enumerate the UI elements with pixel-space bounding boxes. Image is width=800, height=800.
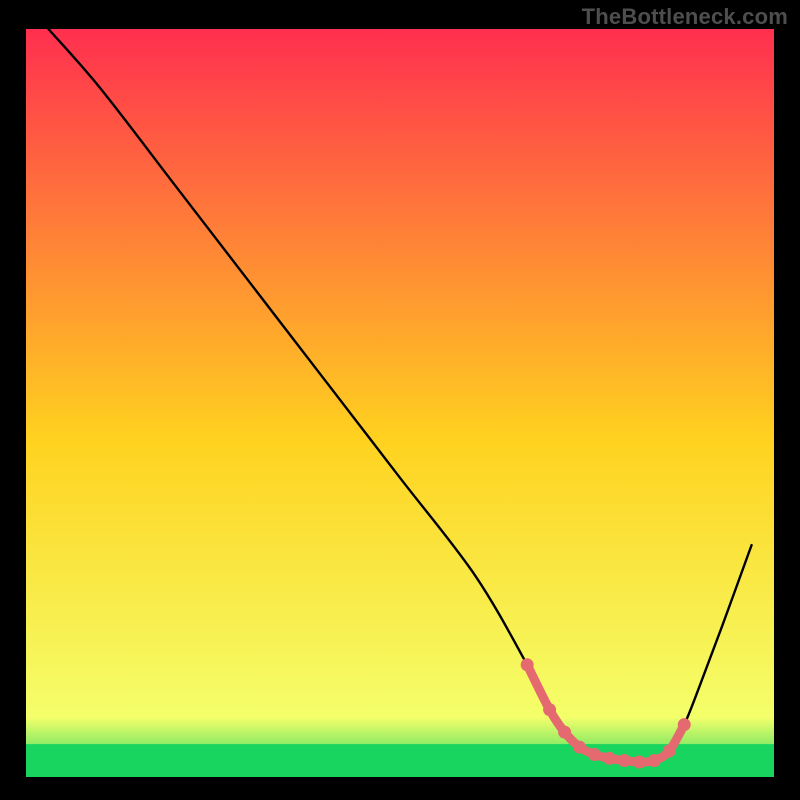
plot-background <box>26 29 774 777</box>
highlight-dot <box>648 754 661 767</box>
highlight-dot <box>558 726 571 739</box>
highlight-dot <box>603 752 616 765</box>
highlight-dot <box>663 744 676 757</box>
highlight-dot <box>573 741 586 754</box>
highlight-dot <box>521 658 534 671</box>
chart-stage: TheBottleneck.com <box>0 0 800 800</box>
highlight-dot <box>588 748 601 761</box>
highlight-dot <box>678 718 691 731</box>
bottleneck-chart <box>0 0 800 800</box>
highlight-dot <box>543 703 556 716</box>
highlight-dot <box>618 754 631 767</box>
highlight-dot <box>633 756 646 769</box>
